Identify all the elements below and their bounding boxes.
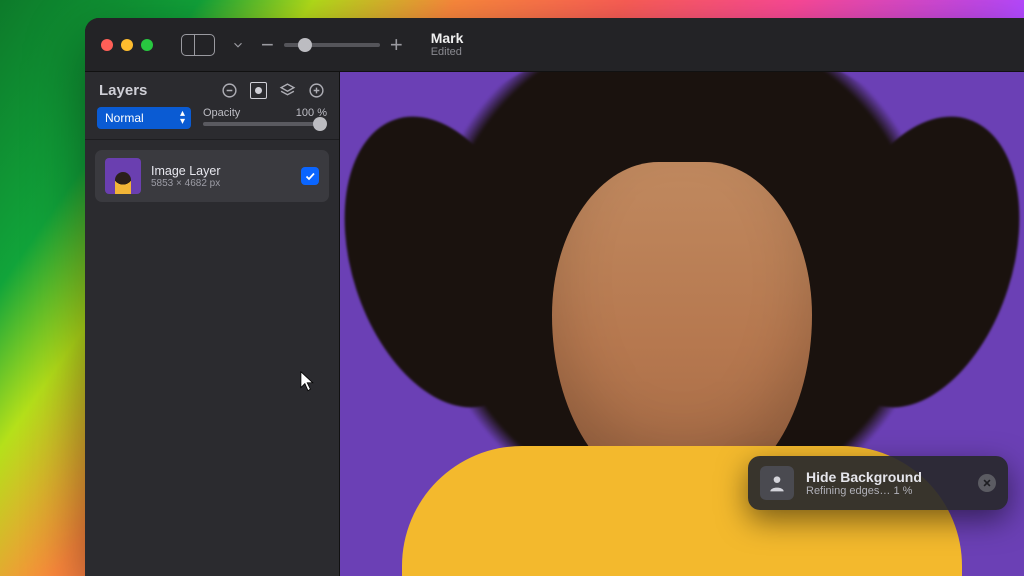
- sidebar-toggle-button[interactable]: [181, 34, 215, 56]
- zoom-control: − +: [261, 32, 403, 58]
- layers-panel-header: Layers: [85, 72, 339, 107]
- layers-panel-title: Layers: [99, 82, 147, 99]
- canvas[interactable]: Hide Background Refining edges… 1 %: [340, 72, 1024, 576]
- check-icon: [304, 170, 316, 182]
- sidebar-toggle-icon: [182, 35, 195, 55]
- layer-info: Image Layer 5853 × 4682 px: [151, 164, 291, 189]
- document-title: Mark Edited: [431, 30, 464, 59]
- blend-mode-select[interactable]: Normal ▴▾: [97, 107, 191, 129]
- opacity-control: Opacity 100 %: [203, 107, 327, 129]
- mouse-cursor: [300, 371, 316, 393]
- layer-thumbnail: [105, 158, 141, 194]
- minimize-icon[interactable]: [121, 39, 133, 51]
- toast-text: Hide Background Refining edges… 1 %: [806, 469, 922, 497]
- zoom-slider[interactable]: [284, 43, 380, 47]
- layer-dimensions: 5853 × 4682 px: [151, 178, 291, 189]
- toast-subtitle: Refining edges… 1 %: [806, 485, 922, 497]
- layer-controls: Normal ▴▾ Opacity 100 %: [85, 107, 339, 140]
- document-status: Edited: [431, 46, 464, 59]
- toast-title: Hide Background: [806, 469, 922, 485]
- maximize-icon[interactable]: [141, 39, 153, 51]
- layer-name: Image Layer: [151, 164, 291, 178]
- progress-toast: Hide Background Refining edges… 1 %: [748, 456, 1008, 510]
- window-controls: [101, 39, 153, 51]
- circle-plus-icon[interactable]: [308, 82, 325, 99]
- layers-panel-actions: [221, 82, 325, 99]
- layer-row[interactable]: Image Layer 5853 × 4682 px: [95, 150, 329, 202]
- person-silhouette-icon: [760, 466, 794, 500]
- zoom-in-button[interactable]: +: [390, 32, 403, 58]
- circle-minus-icon[interactable]: [221, 82, 238, 99]
- portrait-face: [552, 162, 812, 492]
- opacity-slider-thumb[interactable]: [313, 117, 327, 131]
- main-area: Layers Normal ▴▾: [85, 72, 1024, 576]
- toast-close-button[interactable]: [978, 474, 996, 492]
- layers-stack-icon[interactable]: [279, 82, 296, 99]
- chevron-down-icon[interactable]: [231, 38, 245, 52]
- layers-panel: Layers Normal ▴▾: [85, 72, 340, 576]
- close-icon[interactable]: [101, 39, 113, 51]
- titlebar: − + Mark Edited: [85, 18, 1024, 72]
- zoom-slider-thumb[interactable]: [298, 38, 312, 52]
- zoom-out-button[interactable]: −: [261, 32, 274, 58]
- app-window: − + Mark Edited Layers: [85, 18, 1024, 576]
- opacity-slider[interactable]: [203, 122, 327, 126]
- updown-arrows-icon: ▴▾: [180, 110, 185, 126]
- document-name: Mark: [431, 30, 464, 46]
- close-icon: [982, 478, 992, 488]
- blend-mode-value: Normal: [105, 111, 144, 125]
- layer-visibility-checkbox[interactable]: [301, 167, 319, 185]
- opacity-label: Opacity: [203, 107, 240, 119]
- mask-icon[interactable]: [250, 82, 267, 99]
